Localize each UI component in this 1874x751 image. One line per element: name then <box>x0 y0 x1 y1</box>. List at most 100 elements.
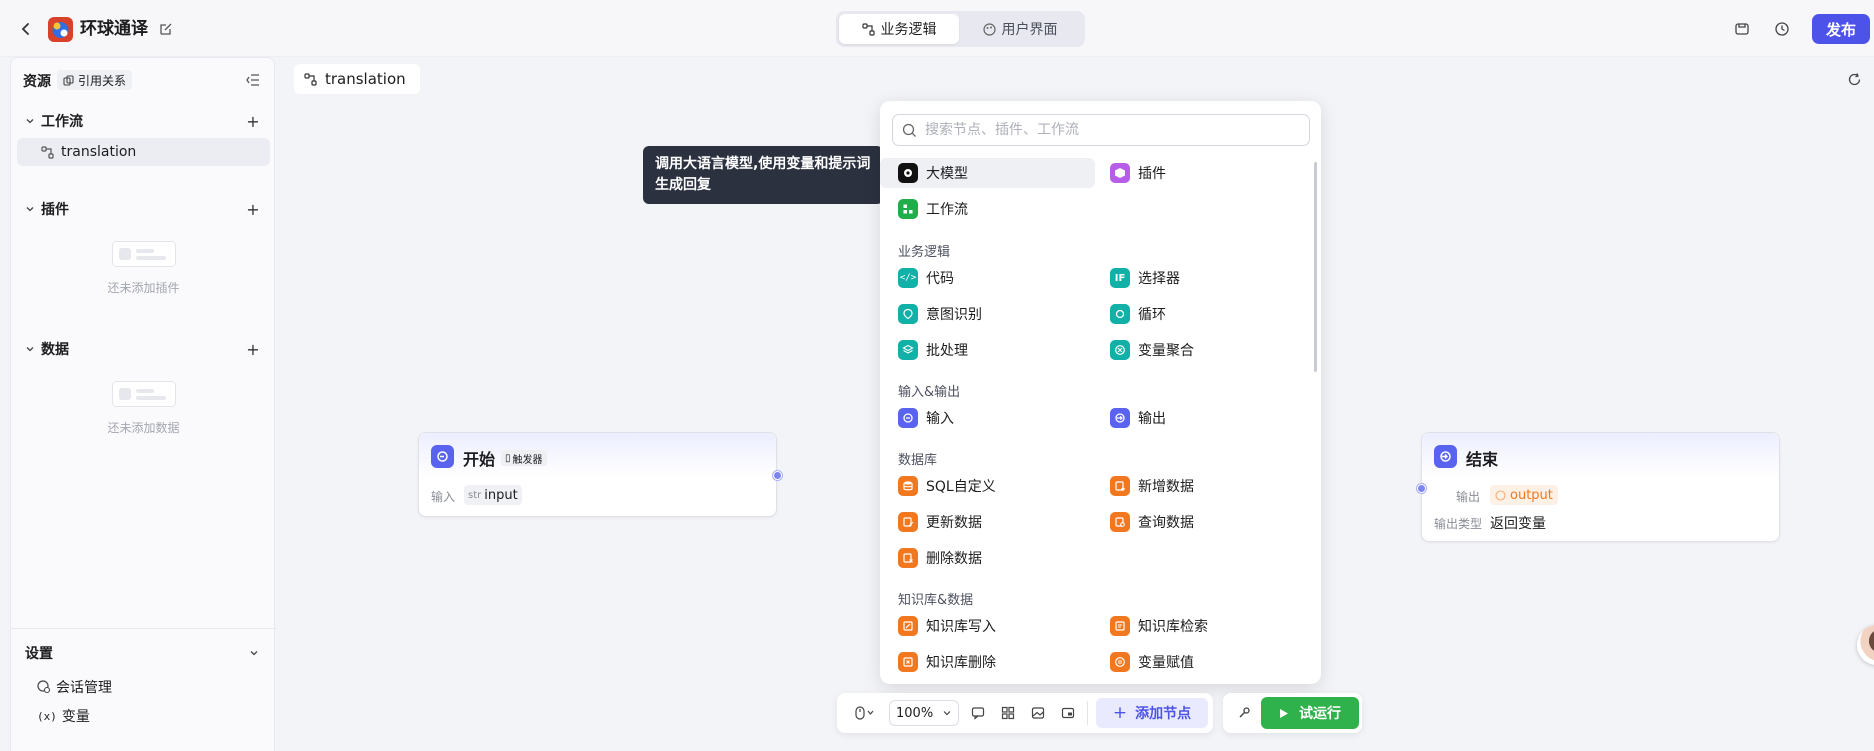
tab-business-logic[interactable]: 业务逻辑 <box>839 14 959 44</box>
node-item-kb-delete[interactable]: 知识库删除 <box>880 647 1080 677</box>
minimap-button[interactable] <box>1053 699 1083 727</box>
output-var: output <box>1510 487 1553 503</box>
node-item-selector[interactable]: IF 选择器 <box>1092 263 1292 293</box>
workflow-icon <box>41 145 54 159</box>
reference-button[interactable]: 引用关系 <box>57 70 133 90</box>
test-run-button[interactable]: 试运行 <box>1261 697 1359 729</box>
input-icon <box>898 408 918 428</box>
node-item-kb-search[interactable]: 知识库检索 <box>1092 611 1292 641</box>
image-button[interactable] <box>1023 699 1053 727</box>
node-item-code[interactable]: </> 代码 <box>880 263 1080 293</box>
avatar[interactable] <box>1857 625 1874 665</box>
settings-item-variables[interactable]: (x) 变量 <box>37 705 90 727</box>
workflow-section-header[interactable]: 工作流 <box>25 110 83 132</box>
batch-icon <box>898 340 918 360</box>
add-workflow-button[interactable]: + <box>243 111 263 131</box>
assign-icon <box>1110 652 1130 672</box>
save-version-icon[interactable] <box>1731 18 1753 40</box>
popup-scrollbar[interactable] <box>1314 162 1317 372</box>
comment-button[interactable] <box>963 699 993 727</box>
resources-title: 资源 <box>23 74 51 90</box>
back-icon[interactable] <box>14 17 38 41</box>
pointer-mode-button[interactable] <box>845 699 885 727</box>
node-item-label: SQL自定义 <box>926 479 996 495</box>
start-icon <box>431 445 454 468</box>
chevron-down-icon[interactable] <box>244 643 264 663</box>
output-port[interactable] <box>773 471 782 480</box>
layout-icon <box>1001 706 1015 720</box>
output-var-tag: output <box>1490 485 1558 505</box>
refresh-icon[interactable] <box>1843 68 1865 90</box>
node-item-kb-write[interactable]: 知识库写入 <box>880 611 1080 641</box>
settings-item-conversation[interactable]: 会话管理 <box>37 676 112 698</box>
node-item-batch[interactable]: 批处理 <box>880 335 1080 365</box>
empty-data-text: 还未添加数据 <box>107 421 180 435</box>
node-item-label: 更新数据 <box>926 515 982 531</box>
workflow-icon <box>861 22 875 36</box>
badge-label: 触发器 <box>512 454 543 466</box>
minimap-icon <box>1061 706 1075 720</box>
start-node[interactable]: 开始 ▯ 触发器 输入 str input <box>418 432 782 517</box>
input-port[interactable] <box>1417 484 1426 493</box>
node-item-input[interactable]: 输入 <box>880 403 1080 433</box>
update-data-icon <box>898 512 918 532</box>
type-tag: str <box>468 489 482 501</box>
workflow-name: translation <box>61 144 137 160</box>
zoom-select[interactable]: 100% <box>889 700 959 726</box>
node-item-label: 大模型 <box>926 166 968 182</box>
node-item-llm[interactable]: 大模型 <box>880 158 1095 188</box>
search-icon <box>902 123 917 138</box>
end-node[interactable]: 结束 输出 output 输出类型 返回变量 <box>1417 432 1780 542</box>
category-business-logic: 业务逻辑 <box>898 245 951 260</box>
add-data-button[interactable]: + <box>243 339 263 359</box>
search-input[interactable] <box>925 122 1305 138</box>
node-item-delete-data[interactable]: 删除数据 <box>880 543 1080 573</box>
debug-settings-button[interactable] <box>1229 699 1259 727</box>
end-icon <box>1434 445 1457 468</box>
data-section-header[interactable]: 数据 <box>25 338 69 360</box>
node-item-var-assign[interactable]: 变量赋值 <box>1092 647 1292 677</box>
kb-delete-icon <box>898 652 918 672</box>
chevron-down-icon <box>25 344 35 354</box>
canvas-toolbar: 100% + 添加节点 <box>837 693 1213 733</box>
node-item-query-data[interactable]: 查询数据 <box>1092 507 1292 537</box>
canvas-tab-translation[interactable]: translation <box>294 64 420 94</box>
node-item-label: 插件 <box>1138 166 1166 182</box>
node-item-var-aggregate[interactable]: 变量聚合 <box>1092 335 1292 365</box>
top-header: 环球通译 业务逻辑 用户界面 发布 <box>0 0 1874 57</box>
llm-icon <box>898 163 918 183</box>
publish-button[interactable]: 发布 <box>1812 14 1870 44</box>
node-item-intent[interactable]: 意图识别 <box>880 299 1080 329</box>
kb-search-icon <box>1110 616 1130 636</box>
sidebar-item-translation[interactable]: translation <box>17 138 270 166</box>
node-item-label: 输入 <box>926 411 954 427</box>
history-icon[interactable] <box>1771 18 1793 40</box>
node-item-plugin[interactable]: 插件 <box>1092 158 1292 188</box>
if-icon: IF <box>1110 268 1130 288</box>
node-item-loop[interactable]: 循环 <box>1092 299 1292 329</box>
category-knowledge: 知识库&数据 <box>898 593 974 608</box>
edit-icon[interactable] <box>156 19 176 39</box>
collapse-sidebar-icon[interactable] <box>243 70 263 90</box>
output-icon <box>1110 408 1130 428</box>
empty-data-illustration <box>112 381 176 407</box>
node-item-insert-data[interactable]: 新增数据 <box>1092 471 1292 501</box>
node-item-workflow[interactable]: 工作流 <box>880 194 1080 224</box>
node-item-label: 意图识别 <box>926 307 982 323</box>
output-label: 输出 <box>1456 490 1481 504</box>
node-item-update-data[interactable]: 更新数据 <box>880 507 1080 537</box>
play-icon <box>1279 708 1289 719</box>
node-item-output[interactable]: 输出 <box>1092 403 1292 433</box>
node-item-sql[interactable]: SQL自定义 <box>880 471 1080 501</box>
auto-layout-button[interactable] <box>993 699 1023 727</box>
empty-plugins-illustration <box>112 241 176 267</box>
add-plugin-button[interactable]: + <box>243 199 263 219</box>
node-search-field[interactable] <box>892 114 1310 146</box>
trigger-icon: ▯ <box>505 452 511 464</box>
plugins-section-header[interactable]: 插件 <box>25 198 69 220</box>
node-item-label: 批处理 <box>926 343 968 359</box>
node-item-label: 输出 <box>1138 411 1166 427</box>
tab-user-interface[interactable]: 用户界面 <box>959 14 1081 44</box>
settings-item-label: 变量 <box>61 709 90 725</box>
add-node-button[interactable]: + 添加节点 <box>1096 698 1208 728</box>
